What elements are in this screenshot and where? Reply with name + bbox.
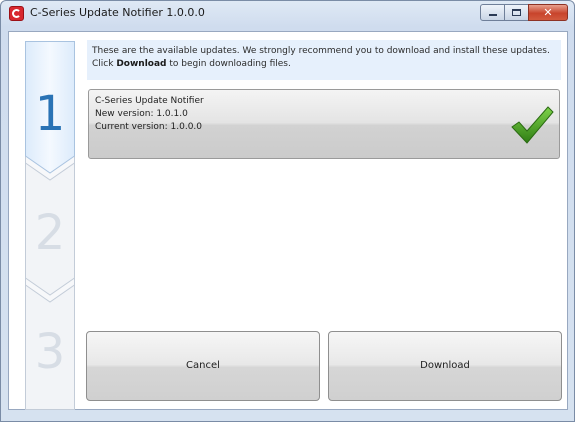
current-version: Current version: 1.0.0.0 xyxy=(95,122,203,132)
step-3-number: 3 xyxy=(34,324,66,380)
maximize-icon xyxy=(512,9,521,16)
update-item[interactable]: C-Series Update Notifier New version: 1.… xyxy=(88,89,560,159)
app-window: C-Series Update Notifier 1.0.0.0 ✕ 1 2 3… xyxy=(0,0,575,422)
update-name: C-Series Update Notifier xyxy=(95,96,204,106)
caption-buttons: ✕ xyxy=(480,4,568,22)
step-2-number: 2 xyxy=(34,205,66,261)
maximize-button[interactable] xyxy=(504,4,529,21)
close-button[interactable]: ✕ xyxy=(528,4,568,21)
title-bar[interactable]: C-Series Update Notifier 1.0.0.0 ✕ xyxy=(1,1,574,27)
info-text-after: to begin downloading files. xyxy=(166,59,291,69)
checkmark-icon xyxy=(511,106,554,144)
app-logo-icon[interactable] xyxy=(9,6,24,21)
client-area: 1 2 3 These are the available updates. W… xyxy=(8,31,568,410)
info-banner: These are the available updates. We stro… xyxy=(87,40,561,80)
minimize-button[interactable] xyxy=(480,4,505,21)
download-button[interactable]: Download xyxy=(328,331,562,401)
step-1-number: 1 xyxy=(34,86,66,142)
cancel-button[interactable]: Cancel xyxy=(86,331,320,401)
close-icon: ✕ xyxy=(543,6,553,19)
minimize-icon xyxy=(489,14,497,16)
window-title: C-Series Update Notifier 1.0.0.0 xyxy=(30,6,205,19)
new-version: New version: 1.0.1.0 xyxy=(95,109,188,119)
info-text-bold: Download xyxy=(116,59,167,69)
